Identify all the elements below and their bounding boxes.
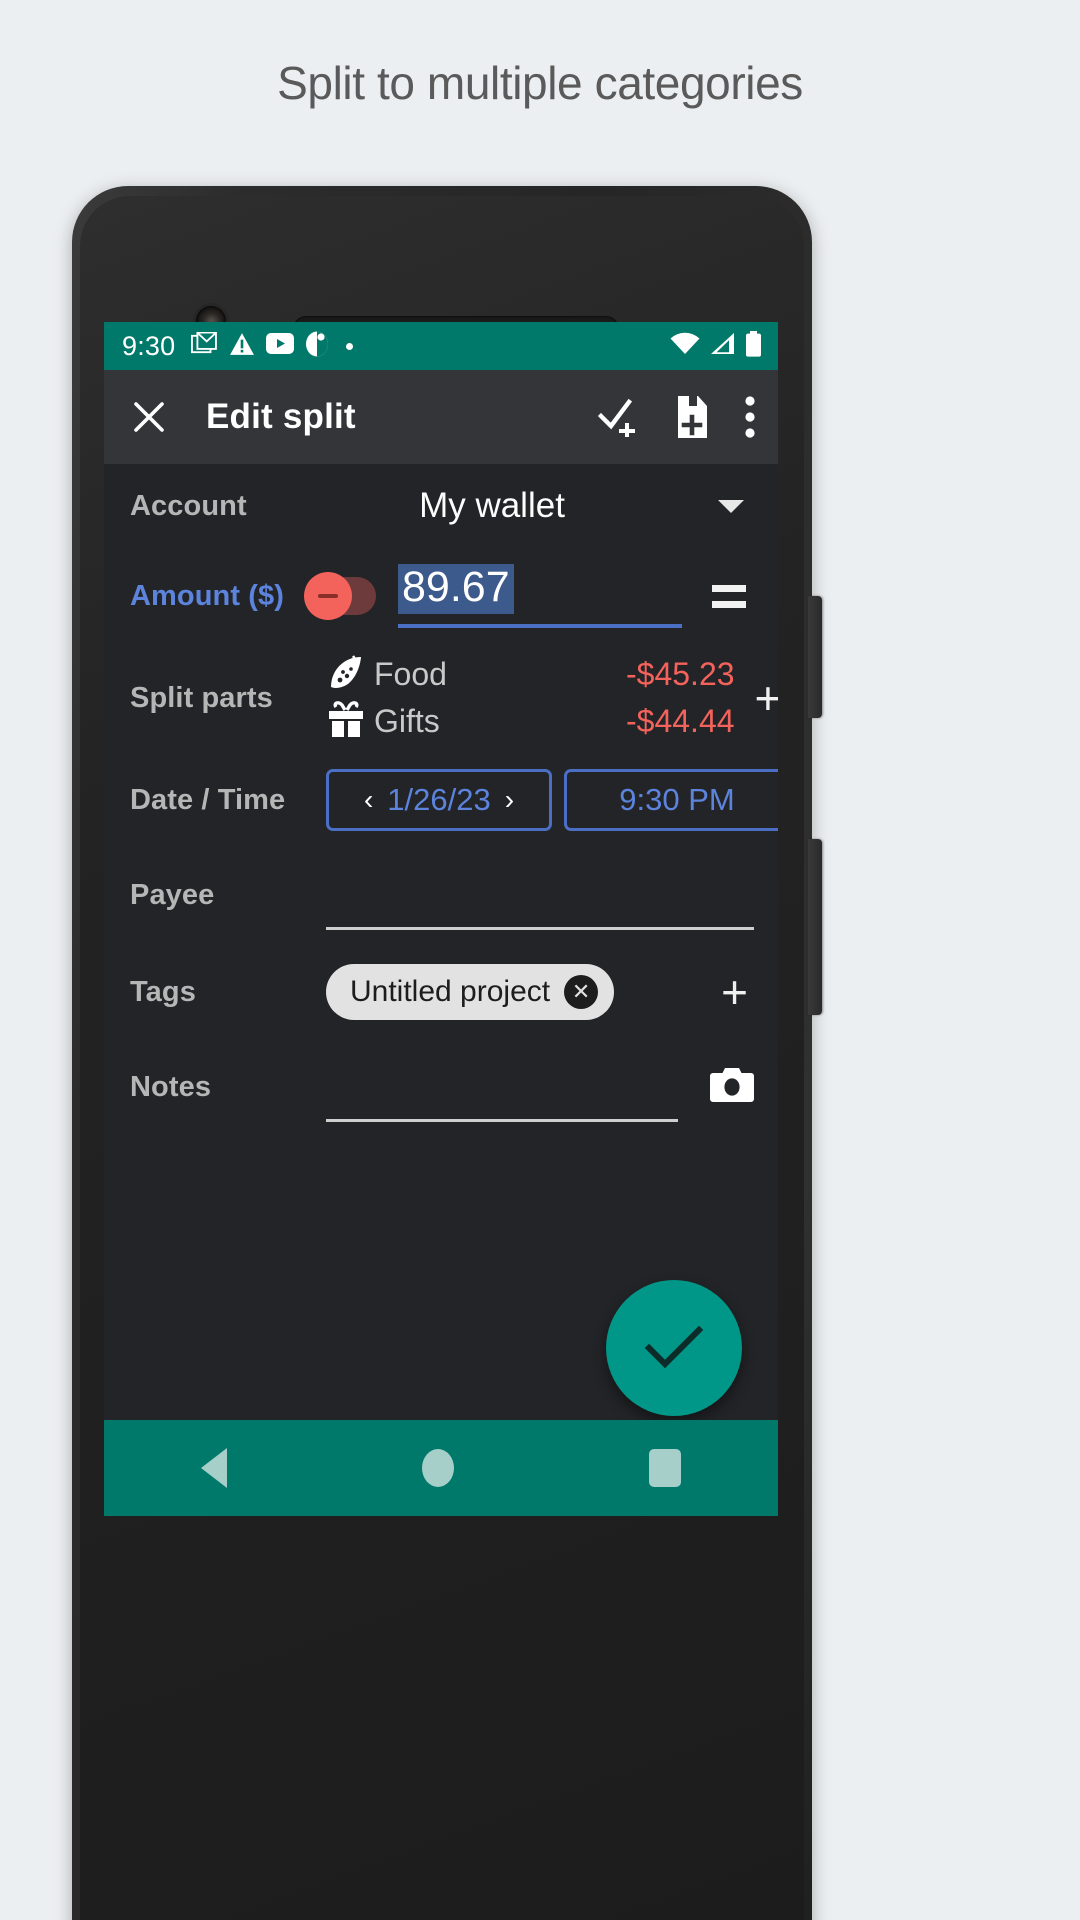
datetime-label: Date / Time [130, 784, 308, 817]
remove-tag-icon[interactable]: ✕ [564, 975, 598, 1009]
wifi-icon [670, 332, 700, 361]
minus-icon [304, 572, 352, 620]
datetime-row: Date / Time ‹ 1/26/23 › 9:30 PM [104, 752, 778, 848]
status-bar-notification-icons [191, 331, 353, 362]
split-part-amount: -$45.23 [626, 656, 749, 693]
pizza-icon [326, 652, 366, 697]
cell-signal-icon [709, 332, 736, 361]
power-button[interactable] [808, 596, 822, 718]
split-part-amount: -$44.44 [626, 703, 749, 740]
tag-chip-label: Untitled project [350, 975, 550, 1009]
account-value[interactable]: My wallet [308, 486, 718, 526]
notes-row: Notes [104, 1040, 778, 1136]
volume-button[interactable] [808, 839, 822, 1015]
gift-icon [326, 699, 366, 744]
gmail-icon [191, 332, 218, 361]
split-parts-row: Split parts Food -$45.23 [104, 644, 778, 752]
status-bar: 9:30 [104, 322, 778, 370]
page-title: Split to multiple categories [0, 56, 1080, 110]
status-bar-clock: 9:30 [122, 331, 175, 362]
add-split-part-button[interactable]: + [749, 675, 778, 721]
check-plus-icon[interactable] [598, 397, 640, 437]
date-picker[interactable]: ‹ 1/26/23 › [326, 769, 552, 831]
account-row[interactable]: Account My wallet [104, 464, 778, 548]
notes-input[interactable] [326, 1070, 678, 1122]
battery-icon [745, 331, 762, 362]
payee-row: Payee [104, 848, 778, 944]
split-part-category: Food [326, 652, 626, 697]
dot-icon [346, 343, 353, 350]
file-plus-icon[interactable] [674, 395, 710, 439]
back-nav-icon[interactable] [201, 1448, 227, 1488]
time-value[interactable]: 9:30 PM [619, 782, 734, 818]
equals-icon[interactable] [712, 585, 746, 608]
next-day-icon[interactable]: › [505, 786, 514, 814]
date-value[interactable]: 1/26/23 [387, 782, 490, 818]
phone-screen: 9:30 [104, 322, 778, 1516]
account-label: Account [130, 490, 308, 523]
split-parts-list: Food -$45.23 Gifts -$44.44 [308, 652, 749, 744]
payee-label: Payee [130, 879, 308, 930]
status-bar-system-icons [670, 331, 762, 362]
amount-label: Amount ($) [130, 580, 308, 613]
split-part-category: Gifts [326, 699, 626, 744]
chevron-down-icon[interactable] [718, 500, 744, 513]
amount-value: 89.67 [398, 564, 514, 613]
tag-chip[interactable]: Untitled project ✕ [326, 964, 614, 1020]
time-picker[interactable]: 9:30 PM [564, 769, 778, 831]
split-part-item[interactable]: Gifts -$44.44 [326, 699, 749, 744]
youtube-icon [266, 333, 294, 359]
amount-row: Amount ($) 89.67 [104, 548, 778, 644]
amount-input[interactable]: 89.67 [398, 564, 682, 627]
prev-day-icon[interactable]: ‹ [364, 786, 373, 814]
payee-input[interactable] [326, 878, 754, 930]
save-fab-button[interactable] [606, 1280, 742, 1416]
app-toolbar: Edit split [104, 370, 778, 464]
split-part-item[interactable]: Food -$45.23 [326, 652, 749, 697]
split-part-name: Food [374, 656, 447, 693]
tags-row: Tags Untitled project ✕ + [104, 944, 778, 1040]
amount-sign-toggle[interactable] [308, 577, 376, 615]
toolbar-title: Edit split [206, 397, 356, 437]
camera-icon[interactable] [710, 1065, 754, 1108]
warning-icon [229, 332, 255, 361]
split-parts-label: Split parts [130, 682, 308, 715]
overflow-menu-icon[interactable] [744, 396, 756, 438]
notes-label: Notes [130, 1071, 308, 1122]
home-nav-icon[interactable] [422, 1449, 454, 1487]
android-nav-bar [104, 1420, 778, 1516]
split-part-name: Gifts [374, 703, 440, 740]
add-tag-button[interactable]: + [715, 969, 754, 1015]
recents-nav-icon[interactable] [649, 1449, 681, 1487]
close-icon[interactable] [132, 400, 166, 434]
toolbar-actions [598, 395, 756, 439]
check-icon [643, 1323, 705, 1373]
app-icon [305, 331, 329, 362]
tags-label: Tags [130, 976, 308, 1009]
